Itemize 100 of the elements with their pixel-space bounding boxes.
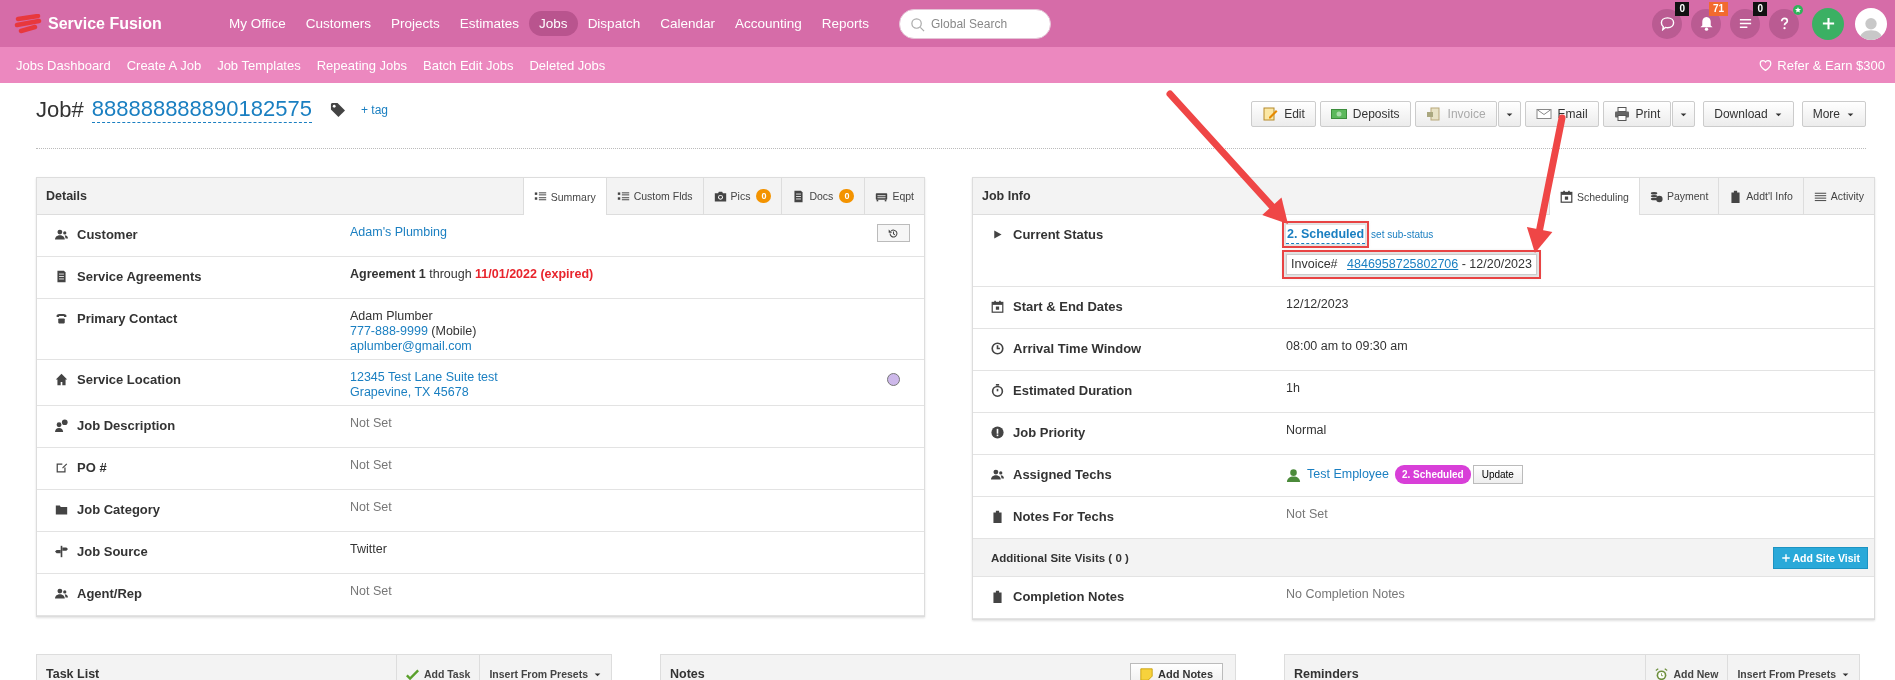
add-button[interactable]: Add Notes	[1130, 662, 1223, 680]
print-button[interactable]: Print	[1602, 101, 1672, 127]
tab[interactable]: Activity	[1802, 178, 1874, 214]
user-icon	[1286, 467, 1301, 482]
presets-dropdown[interactable]: Insert From Presets	[1727, 655, 1859, 680]
presets-dropdown[interactable]: Insert From Presets	[479, 655, 611, 680]
add-tag-link[interactable]: + tag	[360, 102, 388, 117]
link[interactable]: aplumber@gmail.com	[350, 339, 472, 354]
tab[interactable]: Addt'l Info	[1718, 178, 1803, 214]
expand-triangle-icon[interactable]	[991, 228, 1004, 241]
link[interactable]: Adam's Plumbing	[350, 225, 447, 240]
tab[interactable]: Docs 0	[781, 178, 865, 214]
section-title: Additional Site Visits ( 0 )	[991, 551, 1129, 564]
add-button[interactable]	[1812, 7, 1844, 40]
value-text: 1h	[1286, 381, 1300, 396]
brand-name[interactable]: Service Fusion	[48, 14, 162, 33]
value-text: Not Set	[350, 500, 392, 515]
field-label: Job Description	[77, 418, 176, 433]
tab[interactable]: Scheduling	[1548, 178, 1639, 215]
field-label: Agent/Rep	[77, 586, 142, 601]
value-text: Adam Plumber	[350, 309, 433, 324]
nav-item[interactable]: Estimates	[449, 11, 530, 36]
panel-title: Details	[45, 188, 88, 205]
subnav-link[interactable]: Jobs Dashboard	[8, 57, 119, 73]
cash-icon	[1330, 106, 1347, 122]
sub-status-link[interactable]: set sub-status	[1371, 227, 1434, 242]
value-text: Twitter	[350, 542, 387, 557]
refer-link[interactable]: Refer & Earn $300	[1759, 57, 1885, 73]
invoice-icon	[1425, 106, 1442, 122]
link[interactable]: Test Employee	[1307, 467, 1389, 482]
subnav-link[interactable]: Deleted Jobs	[521, 57, 614, 73]
dropdown-toggle[interactable]	[1497, 101, 1521, 127]
envelope-icon	[1535, 106, 1552, 122]
job-number[interactable]: 888888888890182575	[91, 96, 312, 123]
tasks-button[interactable]	[1730, 8, 1760, 39]
dropdown-button[interactable]: More	[1801, 101, 1866, 127]
nav-item[interactable]: Accounting	[724, 11, 812, 36]
nav-item[interactable]: Calendar	[650, 11, 725, 36]
field-label: Service Location	[77, 372, 182, 387]
link[interactable]: 12345 Test Lane Suite test	[350, 370, 498, 385]
search-field[interactable]: Global Search	[899, 8, 1052, 39]
help-button[interactable]	[1769, 8, 1799, 39]
chat-icon	[1659, 16, 1675, 31]
count-badge: 0	[839, 189, 855, 203]
field-value: Agreement 1 through 11/01/2022 (expired)	[350, 267, 594, 282]
value-text: 08:00 am to 09:30 am	[1286, 339, 1408, 354]
value-text: Not Set	[350, 458, 392, 473]
update-button[interactable]: Update	[1472, 465, 1523, 484]
field-label: Start & End Dates	[1013, 299, 1123, 314]
clipboard-icon	[1729, 189, 1743, 203]
field-label: Job Source	[77, 544, 148, 559]
panel-title: Reminders	[1293, 666, 1360, 680]
tab[interactable]: Custom Flds	[605, 178, 703, 214]
list-icon	[533, 190, 547, 203]
dropdown-button[interactable]: Download	[1703, 101, 1794, 127]
people-icon	[991, 468, 1004, 481]
chat-button[interactable]	[1652, 8, 1682, 39]
add-button[interactable]: Add New	[1645, 655, 1728, 680]
subnav-link[interactable]: Repeating Jobs	[308, 57, 416, 73]
link[interactable]: 4846958725802706	[1347, 257, 1459, 271]
link[interactable]: Grapevine, TX 45678	[350, 385, 469, 400]
link[interactable]: 777-888-9999	[350, 324, 428, 338]
clipboard-icon	[991, 590, 1004, 603]
note-icon	[1140, 667, 1153, 680]
panel-title: Task List	[45, 666, 101, 680]
exclamation-icon	[991, 426, 1004, 439]
nav-item[interactable]: Dispatch	[577, 11, 651, 36]
dropdown-toggle[interactable]	[1672, 101, 1696, 127]
field-label: Service Agreements	[77, 269, 202, 284]
nav-item[interactable]: Projects	[381, 11, 450, 36]
subnav-link[interactable]: Create A Job	[118, 57, 210, 73]
add-site-visit-button[interactable]: Add Site Visit	[1772, 546, 1868, 569]
clock-icon	[991, 342, 1004, 355]
tab[interactable]: Payment	[1638, 178, 1719, 214]
history-button[interactable]	[877, 224, 910, 242]
subnav-link[interactable]: Batch Edit Jobs	[415, 57, 522, 73]
nav-item[interactable]: Jobs	[529, 11, 578, 36]
house-icon	[55, 373, 68, 386]
nav-item[interactable]: Reports	[811, 11, 880, 36]
calendar-icon	[991, 300, 1004, 313]
heart-icon	[1759, 58, 1773, 72]
nav-item[interactable]: My Office	[219, 11, 296, 36]
deposits-button[interactable]: Deposits	[1319, 101, 1411, 127]
subnav-link[interactable]: Job Templates	[209, 57, 309, 73]
status-badge: 2. Scheduled	[1395, 465, 1471, 484]
edit-button[interactable]: Edit	[1251, 101, 1316, 127]
nav-item[interactable]: Customers	[295, 11, 382, 36]
value-text: Normal	[1286, 423, 1327, 438]
tag-icon[interactable]	[329, 102, 345, 117]
tab[interactable]: Summary	[522, 178, 606, 215]
tab[interactable]: Eqpt	[864, 178, 924, 214]
plus-icon	[1820, 16, 1836, 31]
list-icon	[616, 189, 630, 203]
count-badge: 0	[1753, 1, 1767, 16]
signpost-icon	[55, 545, 68, 558]
user-avatar[interactable]	[1855, 7, 1887, 40]
add-button[interactable]: Add Task	[395, 655, 480, 680]
tab[interactable]: Pics 0	[702, 178, 782, 214]
clipboard-icon	[991, 510, 1004, 523]
value-text: Not Set	[350, 416, 392, 431]
